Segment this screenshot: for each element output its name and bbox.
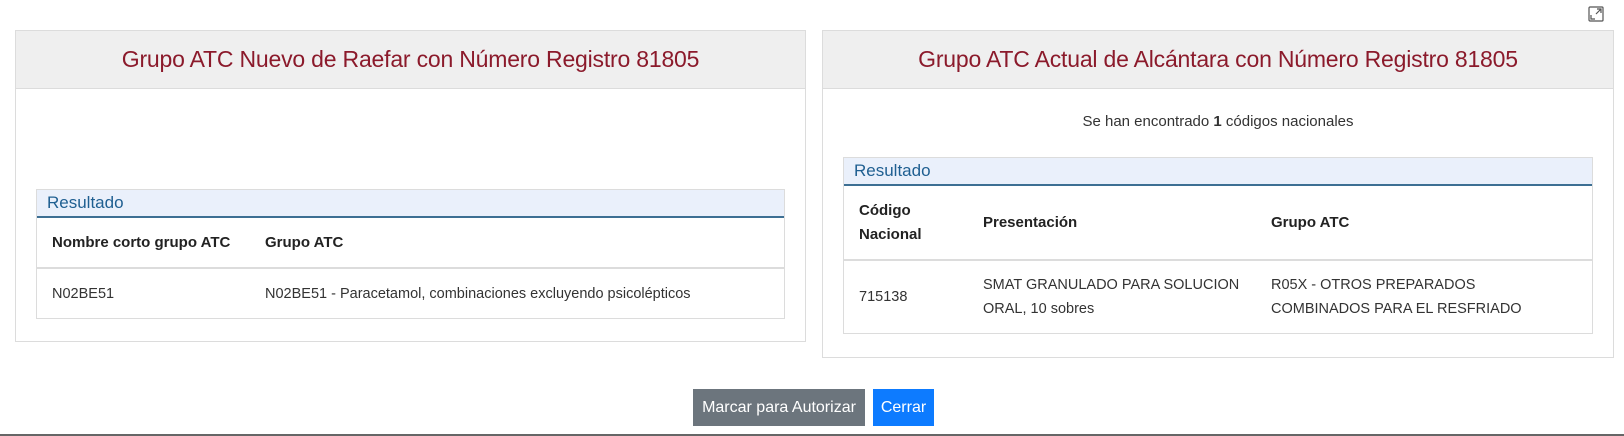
raefar-panel-title: Grupo ATC Nuevo de Raefar con Número Reg… [121,46,700,72]
alcantara-panel-header: Grupo ATC Actual de Alcántara con Número… [823,31,1613,89]
column-header-atc-group: Grupo ATC [1256,186,1592,261]
raefar-result-header: Resultado [37,190,784,218]
found-suffix: códigos nacionales [1221,113,1354,130]
alcantara-panel: Grupo ATC Actual de Alcántara con Número… [822,30,1614,358]
raefar-result-box: Resultado Nombre corto grupo ATC Grupo A… [36,189,785,319]
expand-icon[interactable] [1588,6,1604,22]
cell-national-code: 715138 [859,289,908,305]
table-row: 715138 SMAT GRANULADO PARA SOLUCION ORAL… [844,260,1592,333]
cell-presentation: SMAT GRANULADO PARA SOLUCION ORAL, 10 so… [983,277,1240,317]
found-prefix: Se han encontrado [1082,113,1214,130]
found-count-text: Se han encontrado 1 códigos nacionales [823,113,1613,133]
alcantara-panel-title: Grupo ATC Actual de Alcántara con Número… [918,46,1518,72]
close-button[interactable]: Cerrar [873,389,934,426]
mark-to-authorize-button[interactable]: Marcar para Autorizar [693,389,865,426]
cell-atc-group: N02BE51 - Paracetamol, combinaciones exc… [265,285,691,302]
table-row: N02BE51 N02BE51 - Paracetamol, combinaci… [37,268,784,318]
column-header-presentation: Presentación [968,186,1256,261]
column-header-short-name: Nombre corto grupo ATC [37,218,250,269]
column-header-national-code: Código Nacional [844,186,968,261]
alcantara-result-table: Código Nacional Presentación Grupo ATC 7… [844,186,1592,333]
raefar-panel: Grupo ATC Nuevo de Raefar con Número Reg… [15,30,806,342]
alcantara-result-box: Resultado Código Nacional Presentación G… [843,157,1593,334]
raefar-panel-header: Grupo ATC Nuevo de Raefar con Número Reg… [16,31,805,89]
raefar-result-table: Nombre corto grupo ATC Grupo ATC N02BE51… [37,218,784,318]
column-header-atc-group: Grupo ATC [250,218,784,269]
found-count: 1 [1213,113,1222,130]
cell-short-name: N02BE51 [52,285,115,302]
alcantara-result-header: Resultado [844,158,1592,186]
cell-atc-group: R05X - OTROS PREPARADOS COMBINADOS PARA … [1271,277,1522,317]
